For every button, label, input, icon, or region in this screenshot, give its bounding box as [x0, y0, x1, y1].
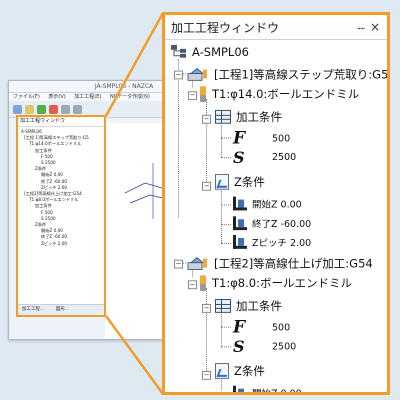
- process-1-start-z-label: 開始Z 0.00: [252, 199, 302, 211]
- process-2-tool[interactable]: T1:φ8.0:ボールエンドミル: [200, 275, 352, 292]
- tree-connector: [221, 242, 231, 244]
- menu-view[interactable]: 表示(V): [48, 94, 65, 100]
- tree-connector: [221, 310, 222, 347]
- close-icon[interactable]: ×: [368, 20, 382, 34]
- process-1-conditions[interactable]: 加工条件: [215, 109, 282, 125]
- process-2-start-z[interactable]: 開始Z 0.00: [233, 385, 302, 395]
- step-icon: [233, 385, 247, 392]
- process-2-z-conditions[interactable]: Z条件: [215, 363, 265, 379]
- end-mill-icon: [200, 86, 206, 103]
- spindle-s-icon: S: [233, 148, 245, 168]
- mini-tab-shape[interactable]: 図形...: [56, 307, 69, 312]
- menu-process[interactable]: 加工工程(E): [74, 94, 101, 100]
- process-2-label: [工程2]等高線仕上げ加工:G54: [214, 256, 373, 271]
- toolbar-button[interactable]: [73, 104, 82, 114]
- process-1-spindle-value: 2500: [272, 152, 297, 164]
- step-icon: [233, 235, 247, 249]
- process-2-spindle[interactable]: S 2500: [233, 337, 296, 356]
- process-2-start-z-label: 開始Z 0.00: [252, 388, 302, 395]
- tree-connector: [221, 187, 222, 243]
- tree-connector: [221, 346, 231, 348]
- tree-connector: [221, 137, 231, 139]
- process-1-z-conditions[interactable]: Z条件: [215, 173, 265, 190]
- grid-table-icon: [215, 299, 231, 313]
- collapse-toggle[interactable]: −: [202, 303, 211, 313]
- process-1-pitch-z[interactable]: Zピッチ 2.00: [233, 235, 311, 249]
- process-1-z-label: Z条件: [234, 174, 265, 189]
- tree-structure-icon: [171, 44, 186, 58]
- process-2-conditions-label: 加工条件: [236, 299, 282, 313]
- process-2-tool-label: T1:φ8.0:ボールエンドミル: [212, 276, 352, 291]
- tree-connector: [206, 99, 207, 182]
- toolbar-button[interactable]: [25, 104, 34, 114]
- process-1-feed-value: 500: [272, 133, 291, 144]
- process-1-start-z[interactable]: 開始Z 0.00: [233, 196, 302, 211]
- process-1-tool[interactable]: T1:φ14.0:ボールエンドミル: [200, 86, 360, 103]
- tree-connector: [221, 224, 231, 226]
- tree-connector: [221, 157, 231, 159]
- mini-tree-line[interactable]: Zピッチ 2.00: [21, 241, 104, 247]
- process-1[interactable]: [工程1]等高線ステップ荒取り:G5: [187, 67, 389, 83]
- process-1-conditions-label: 加工条件: [236, 109, 282, 124]
- toolbar-button[interactable]: [13, 104, 22, 114]
- tree-connector: [221, 204, 231, 206]
- toolbar-button[interactable]: [61, 104, 70, 114]
- mini-tree: A-SMPL06 [工程 1]等高線ステップ荒取り:G5 T1:φ14.0ボール…: [18, 127, 104, 247]
- collapse-toggle[interactable]: −: [174, 259, 183, 269]
- process-1-end-z[interactable]: 終了Z -60.00: [233, 216, 312, 231]
- collapse-toggle[interactable]: −: [188, 91, 197, 101]
- process-window-zoomed: 加工工程ウィンドウ ᅲ × A-SMPL06 − [工程1]等高線ステップ荒取り…: [162, 12, 390, 395]
- tree-root[interactable]: A-SMPL06: [171, 44, 249, 59]
- step-icon: [233, 196, 247, 211]
- tree-connector: [206, 288, 207, 371]
- tree-connector: [221, 376, 222, 391]
- process-2-spindle-value: 2500: [272, 341, 297, 353]
- pin-icon[interactable]: ᅲ: [354, 20, 368, 35]
- feed-f-icon: F: [233, 317, 246, 338]
- mini-tab-process[interactable]: 加工工程...: [22, 307, 44, 312]
- process-2-feed-value: 500: [272, 322, 291, 334]
- tree-connector: [221, 394, 231, 395]
- undo-icon[interactable]: [37, 104, 46, 114]
- process-1-end-z-label: 終了Z -60.00: [252, 219, 312, 231]
- collapse-toggle[interactable]: −: [174, 70, 183, 80]
- mini-process-window: 加工工程ウィンドウ A-SMPL06 [工程 1]等高線ステップ荒取り:G5 T…: [16, 115, 106, 317]
- process-1-label: [工程1]等高線ステップ荒取り:G5: [214, 67, 389, 82]
- process-2[interactable]: [工程2]等高線仕上げ加工:G54: [187, 256, 373, 272]
- mini-tab-bar: 加工工程... 図形...: [18, 304, 104, 315]
- process-2-conditions[interactable]: 加工条件: [215, 298, 282, 314]
- process-2-feed[interactable]: F 500: [233, 318, 290, 338]
- spindle-s-icon: S: [233, 337, 245, 357]
- redo-icon[interactable]: [49, 104, 58, 114]
- z-condition-doc-icon: [215, 173, 229, 190]
- process-window-title-bar: 加工工程ウィンドウ ᅲ ×: [165, 15, 387, 40]
- tree-connector: [178, 59, 179, 218]
- process-window-title: 加工工程ウィンドウ: [171, 20, 280, 35]
- process-1-pitch-z-label: Zピッチ 2.00: [252, 237, 312, 249]
- machining-process-icon: [187, 257, 207, 270]
- process-1-feed[interactable]: F 500: [233, 129, 290, 149]
- root-label: A-SMPL06: [192, 44, 249, 59]
- end-mill-icon: [200, 275, 206, 292]
- collapse-toggle[interactable]: −: [202, 181, 211, 191]
- menu-file[interactable]: ファイル(F): [13, 94, 40, 100]
- collapse-toggle[interactable]: −: [202, 370, 211, 380]
- tree-connector: [221, 326, 231, 328]
- collapse-toggle[interactable]: −: [188, 280, 197, 290]
- tree-connector: [221, 121, 222, 158]
- z-condition-doc-icon: [215, 363, 229, 379]
- process-1-tool-label: T1:φ14.0:ボールエンドミル: [212, 87, 360, 102]
- process-1-spindle[interactable]: S 2500: [233, 148, 296, 167]
- process-2-z-label: Z条件: [234, 364, 265, 378]
- feed-f-icon: F: [233, 128, 246, 149]
- collapse-toggle[interactable]: −: [202, 114, 211, 124]
- machining-process-icon: [187, 67, 207, 81]
- grid-table-icon: [215, 109, 231, 124]
- mini-panel-title: 加工工程ウィンドウ: [18, 117, 104, 127]
- step-icon: [233, 216, 247, 231]
- menu-nc[interactable]: NCデータ作成(N): [110, 94, 150, 100]
